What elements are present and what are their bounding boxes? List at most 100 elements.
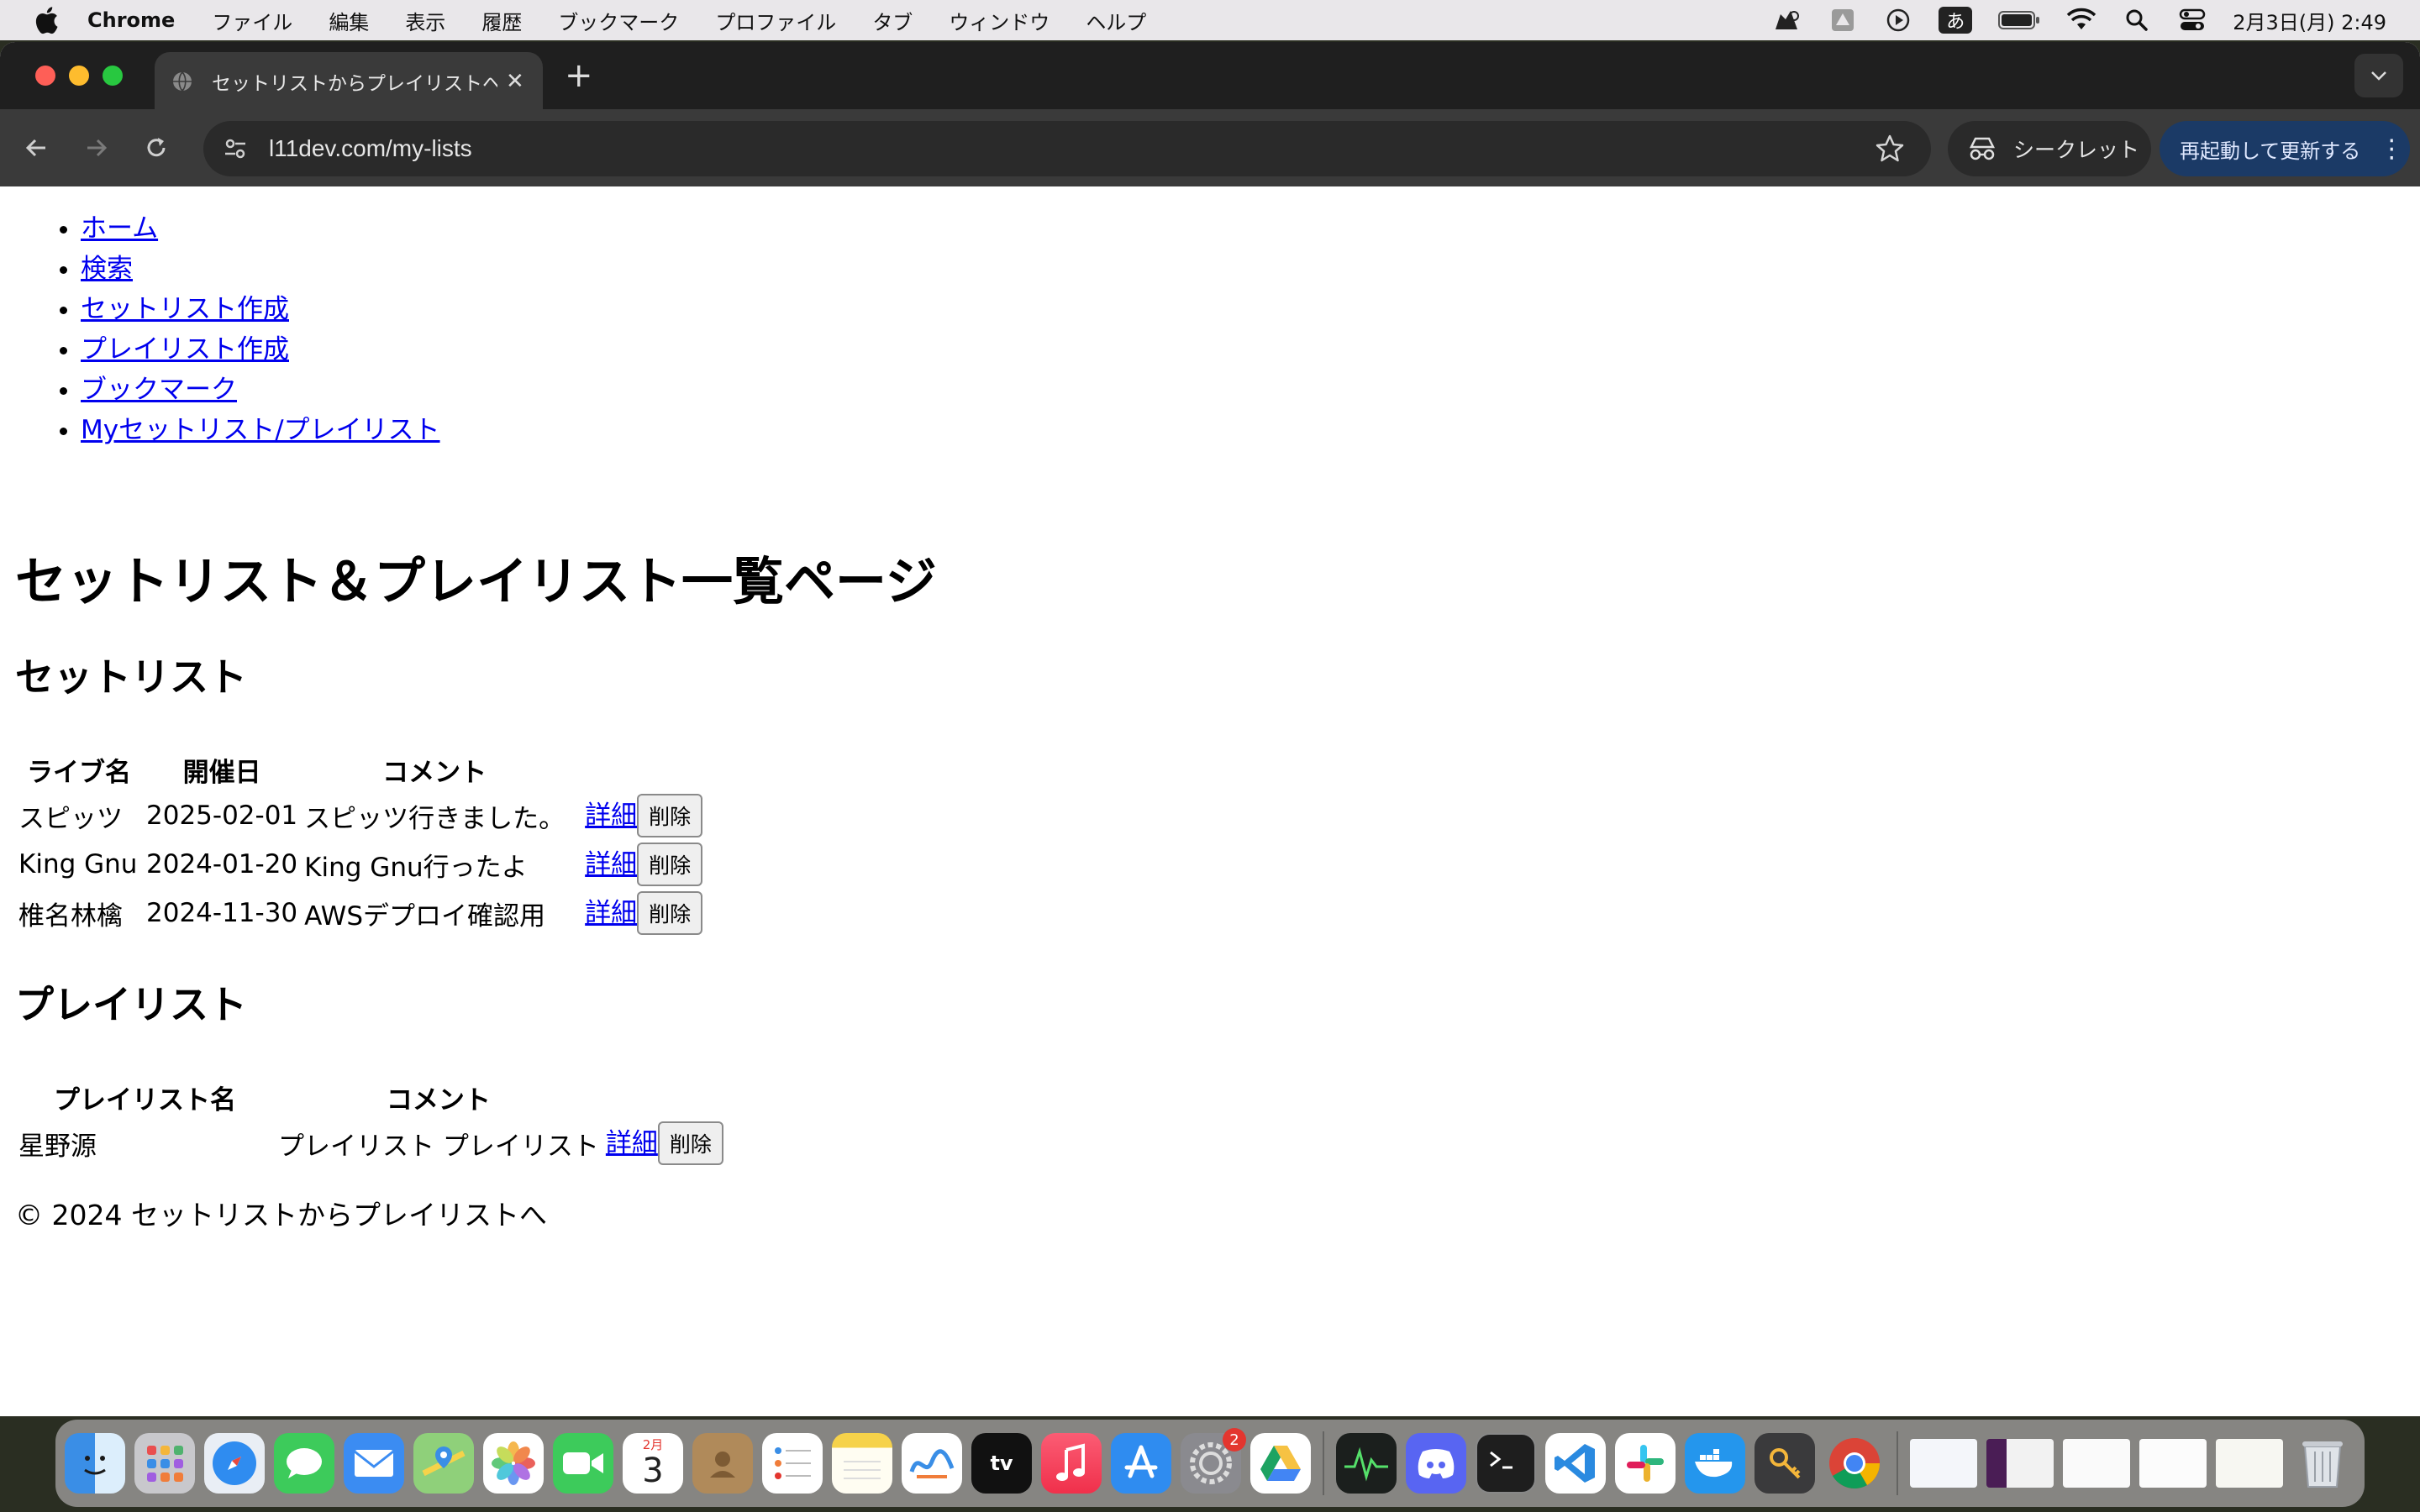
keychain-access-icon[interactable]: [1754, 1433, 1815, 1494]
incognito-indicator[interactable]: シークレット: [1948, 121, 2151, 176]
delete-button[interactable]: 削除: [657, 1121, 723, 1165]
minimized-window-thumbnail[interactable]: [2216, 1439, 2283, 1488]
site-info-button[interactable]: [218, 132, 252, 165]
tab-close-icon[interactable]: ✕: [506, 69, 524, 94]
window-close-button[interactable]: [35, 66, 55, 86]
menu-history[interactable]: 履歴: [481, 6, 522, 35]
app-menu-chrome[interactable]: Chrome: [87, 8, 175, 32]
nav-item: プレイリスト作成: [81, 329, 440, 370]
delete-button[interactable]: 削除: [637, 843, 703, 886]
minimized-window-thumbnail[interactable]: [2063, 1439, 2130, 1488]
system-settings-icon[interactable]: 2: [1181, 1428, 1246, 1494]
delete-button[interactable]: 削除: [637, 891, 703, 935]
music-icon[interactable]: [1041, 1433, 1102, 1494]
address-bar[interactable]: l11dev.com/my-lists: [203, 121, 1931, 176]
window-zoom-button[interactable]: [103, 66, 123, 86]
control-center-icon[interactable]: [2177, 8, 2207, 33]
menu-edit[interactable]: 編集: [329, 6, 369, 35]
more-vert-icon[interactable]: ⋮: [2379, 134, 2404, 164]
browser-window: セットリストからプレイリストへ ✕ + l11dev.com/my-lists: [0, 42, 2420, 1416]
nav-link-search[interactable]: 検索: [81, 254, 133, 284]
scripting-icon[interactable]: [1772, 8, 1802, 33]
menu-tab[interactable]: タブ: [872, 6, 913, 35]
nav-link-home[interactable]: ホーム: [81, 213, 158, 244]
facetime-icon[interactable]: [553, 1433, 613, 1494]
drive-status-icon[interactable]: [1828, 8, 1858, 33]
freeform-icon[interactable]: [902, 1433, 962, 1494]
relaunch-update-button[interactable]: 再起動して更新する ⋮: [2160, 121, 2410, 176]
tab-active[interactable]: セットリストからプレイリストへ ✕: [155, 52, 543, 111]
messages-icon[interactable]: [274, 1433, 334, 1494]
calendar-icon[interactable]: 2月 3: [623, 1433, 683, 1494]
chrome-icon[interactable]: [1824, 1433, 1885, 1494]
apple-menu-icon[interactable]: [34, 6, 59, 34]
launchpad-icon[interactable]: [134, 1433, 195, 1494]
menu-view[interactable]: 表示: [405, 6, 445, 35]
apple-tv-icon[interactable]: tv: [971, 1433, 1032, 1494]
mail-icon[interactable]: [344, 1433, 404, 1494]
minimized-window-thumbnail[interactable]: [1910, 1439, 1977, 1488]
safari-icon[interactable]: [204, 1433, 265, 1494]
nav-link-create-setlist[interactable]: セットリスト作成: [81, 294, 289, 324]
docker-icon[interactable]: [1685, 1433, 1745, 1494]
calendar-day: 3: [642, 1452, 664, 1490]
new-tab-button[interactable]: +: [565, 59, 593, 92]
activity-monitor-icon[interactable]: [1336, 1433, 1397, 1494]
discord-icon[interactable]: [1406, 1433, 1466, 1494]
wifi-icon[interactable]: [2066, 8, 2096, 33]
trash-icon[interactable]: [2292, 1433, 2353, 1494]
menu-bookmarks[interactable]: ブックマーク: [558, 6, 679, 35]
delete-button[interactable]: 削除: [637, 794, 703, 837]
clock[interactable]: 2月3日(月) 2:49: [2233, 6, 2386, 35]
menu-file[interactable]: ファイル: [212, 6, 292, 35]
contacts-icon[interactable]: [692, 1433, 753, 1494]
app-store-icon[interactable]: [1111, 1433, 1171, 1494]
forward-button[interactable]: [79, 131, 113, 165]
url-text[interactable]: l11dev.com/my-lists: [269, 135, 472, 162]
minimized-window-thumbnail[interactable]: [1986, 1439, 2054, 1488]
detail-link[interactable]: 詳細: [585, 898, 637, 928]
table-header-row: プレイリスト名 コメント: [17, 1077, 725, 1117]
media-play-icon[interactable]: [1883, 8, 1913, 33]
page-title: セットリスト＆プレイリスト一覧ページ: [15, 552, 937, 612]
slack-icon[interactable]: [1615, 1433, 1676, 1494]
tab-search-button[interactable]: [2354, 54, 2403, 97]
battery-icon[interactable]: [1997, 8, 2041, 33]
bookmark-star-icon[interactable]: [1874, 133, 1906, 165]
minimized-window-thumbnail[interactable]: [2139, 1439, 2207, 1488]
maps-icon[interactable]: [413, 1433, 474, 1494]
detail-link[interactable]: 詳細: [606, 1128, 658, 1158]
cell-live-name: スピッツ: [18, 803, 123, 834]
photos-icon[interactable]: [483, 1433, 544, 1494]
vscode-icon[interactable]: [1545, 1433, 1606, 1494]
menu-window[interactable]: ウィンドウ: [949, 6, 1050, 35]
menu-profiles[interactable]: プロファイル: [715, 6, 836, 35]
cell-playlist-name: 星野源: [18, 1131, 97, 1162]
spotlight-search-icon[interactable]: [2122, 8, 2152, 33]
menu-help[interactable]: ヘルプ: [1086, 6, 1146, 35]
back-button[interactable]: [20, 131, 54, 165]
cell-comment: スピッツ行きました。: [304, 803, 566, 834]
nav-link-my-lists[interactable]: Myセットリスト/プレイリスト: [81, 415, 440, 445]
window-minimize-button[interactable]: [69, 66, 89, 86]
nav-link-bookmarks[interactable]: ブックマーク: [81, 375, 237, 405]
reminders-icon[interactable]: [762, 1433, 823, 1494]
finder-icon[interactable]: [65, 1433, 125, 1494]
dock: 2月 3 tv 2: [55, 1420, 2365, 1507]
detail-link[interactable]: 詳細: [585, 801, 637, 831]
input-mode-indicator[interactable]: あ: [1939, 7, 1973, 34]
notes-icon[interactable]: [832, 1433, 892, 1494]
detail-link[interactable]: 詳細: [585, 849, 637, 879]
status-area: あ 2月3日(月) 2:49: [1772, 0, 2386, 40]
dock-separator: [1897, 1431, 1898, 1495]
terminal-icon[interactable]: [1476, 1433, 1536, 1494]
google-drive-icon[interactable]: [1250, 1433, 1311, 1494]
reload-icon: [147, 138, 166, 157]
incognito-label: シークレット: [2013, 138, 2140, 162]
reload-button[interactable]: [139, 131, 173, 165]
footer: © 2024 セットリストからプレイリストへ: [15, 1199, 547, 1231]
cell-date: 2024-11-30: [146, 898, 298, 928]
arrow-left-icon: [25, 139, 45, 157]
nav-link-create-playlist[interactable]: プレイリスト作成: [81, 334, 289, 365]
tab-strip: セットリストからプレイリストへ ✕ +: [0, 42, 2420, 111]
